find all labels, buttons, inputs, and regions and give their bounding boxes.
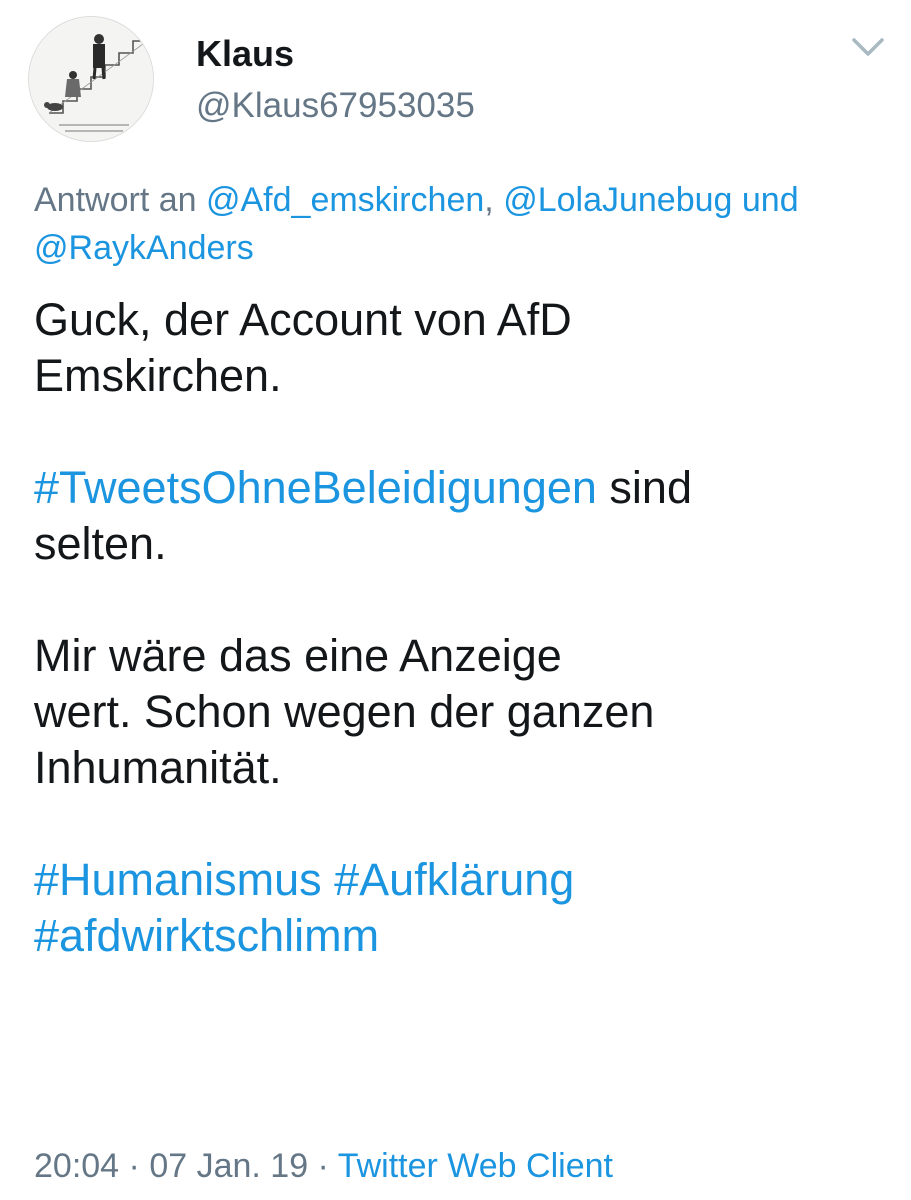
- tweet-time[interactable]: 20:04: [34, 1147, 119, 1185]
- reply-conjunction: und: [732, 181, 799, 219]
- hashtag-afdwirktschlimm[interactable]: #afdwirktschlimm: [34, 910, 379, 961]
- display-name[interactable]: Klaus: [196, 34, 294, 74]
- tweet-line: Emskirchen.: [34, 350, 282, 401]
- chevron-down-icon[interactable]: [848, 30, 888, 64]
- tweet-text: Guck, der Account von AfD Emskirchen. #T…: [34, 292, 894, 964]
- reply-separator: ,: [484, 181, 504, 219]
- tweet-paragraph-4: #Humanismus #Aufklärung #afdwirktschlimm: [34, 852, 894, 964]
- tweet-line: Inhumanität.: [34, 742, 282, 793]
- mention-lolajunebug[interactable]: @LolaJunebug: [503, 181, 732, 219]
- cartoon-staircase-avatar: [29, 17, 153, 141]
- tweet: Klaus @Klaus67953035 Antwort an @Afd_ems…: [0, 0, 911, 1200]
- avatar[interactable]: [28, 16, 154, 142]
- user-handle[interactable]: @Klaus67953035: [196, 86, 475, 126]
- reply-context: Antwort an @Afd_emskirchen, @LolaJunebug…: [34, 176, 894, 272]
- reply-prefix: Antwort an: [34, 181, 206, 219]
- tweet-line: Mir wäre das eine Anzeige: [34, 630, 562, 681]
- meta-separator: ·: [119, 1147, 150, 1185]
- tweet-paragraph-2: #TweetsOhneBeleidigungen sind selten.: [34, 460, 894, 572]
- tweet-paragraph-3: Mir wäre das eine Anzeige wert. Schon we…: [34, 628, 894, 796]
- meta-separator: ·: [308, 1147, 338, 1185]
- tweet-line: Guck, der Account von AfD: [34, 294, 572, 345]
- tweet-line: wert. Schon wegen der ganzen: [34, 686, 655, 737]
- tweet-line: sind: [596, 462, 692, 513]
- hashtag-humanismus[interactable]: #Humanismus: [34, 854, 322, 905]
- tweet-line: selten.: [34, 518, 167, 569]
- tweet-date[interactable]: 07 Jan. 19: [149, 1147, 308, 1185]
- hashtag-tweetsohnebeleidigungen[interactable]: #TweetsOhneBeleidigungen: [34, 462, 597, 513]
- tweet-paragraph-1: Guck, der Account von AfD Emskirchen.: [34, 292, 894, 404]
- tweet-metadata: 20:04 · 07 Jan. 19 · Twitter Web Client: [34, 1144, 613, 1188]
- tweet-client-link[interactable]: Twitter Web Client: [338, 1147, 613, 1185]
- mention-raykanders[interactable]: @RaykAnders: [34, 229, 254, 267]
- hashtag-aufklaerung[interactable]: #Aufklärung: [334, 854, 574, 905]
- mention-afd-emskirchen[interactable]: @Afd_emskirchen: [206, 181, 484, 219]
